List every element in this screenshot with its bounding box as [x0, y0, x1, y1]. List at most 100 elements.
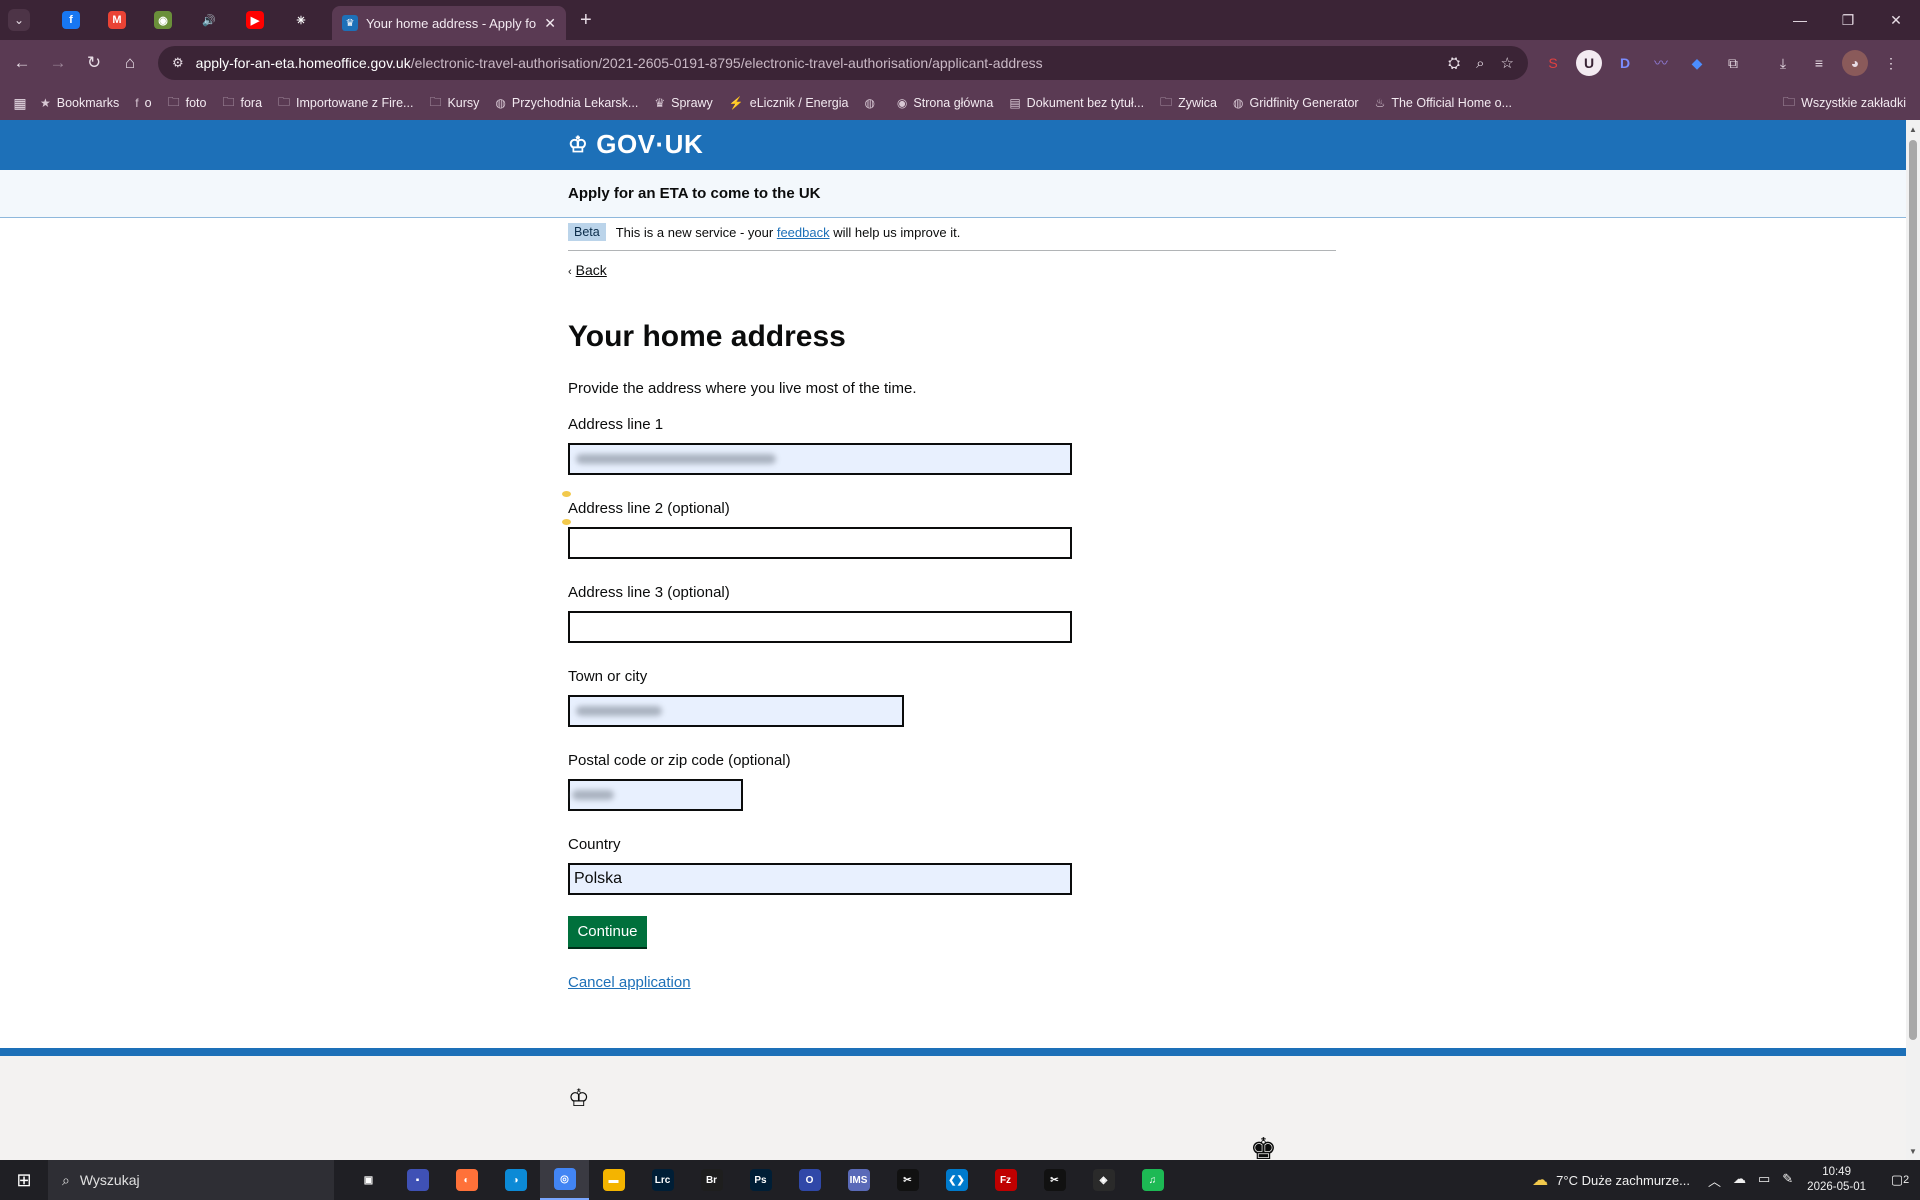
- vscode-icon: ❮❯: [945, 1169, 968, 1191]
- weather-widget[interactable]: ☁ 7°C Duże zachmurze...: [1532, 1170, 1690, 1190]
- extension-s-icon[interactable]: S: [1540, 50, 1566, 76]
- system-tray: ☁ 7°C Duże zachmurze... ︿ ☁ ▭ ✎ 10:49 20…: [1532, 1160, 1920, 1200]
- pinned-tab[interactable]: ◉: [140, 4, 186, 36]
- cloud-icon[interactable]: ☁: [1733, 1171, 1746, 1190]
- extension-wave-icon[interactable]: 〰: [1648, 50, 1674, 76]
- bookmark-item[interactable]: ◍ Przychodnia Lekarsk...: [495, 96, 638, 110]
- pen-icon[interactable]: ✎: [1782, 1171, 1793, 1190]
- taskbar-app[interactable]: ✂: [1030, 1160, 1079, 1200]
- taskbar-app[interactable]: ◑: [491, 1160, 540, 1200]
- taskbar-app[interactable]: Ps: [736, 1160, 785, 1200]
- tab-search-button[interactable]: ⌄: [8, 9, 30, 31]
- address-bar[interactable]: ⚙ apply-for-an-eta.homeoffice.gov.uk/ele…: [158, 46, 1528, 80]
- taskbar-search-box[interactable]: ⌕ Wyszukaj: [48, 1160, 334, 1200]
- address-line-2-input[interactable]: [568, 527, 1072, 559]
- bookmark-item[interactable]: ⚡ eLicznik / Energia: [729, 96, 849, 110]
- scroll-up-arrow-icon[interactable]: ▲: [1906, 122, 1920, 136]
- back-link[interactable]: ‹ Back: [568, 262, 607, 278]
- bookmark-item[interactable]: ◉ Strona główna: [897, 96, 993, 110]
- extensions-area: S U D 〰 ◆ ⧉ ⤓ ≡ ◕ ⋮: [1540, 40, 1904, 86]
- bookmark-item[interactable]: ▤ Dokument bez tytuł...: [1009, 96, 1144, 110]
- pinned-tab[interactable]: ✳: [278, 4, 324, 36]
- feedback-link[interactable]: feedback: [777, 225, 830, 240]
- chevron-up-icon[interactable]: ︿: [1708, 1171, 1721, 1190]
- taskbar-app[interactable]: ▣: [344, 1160, 393, 1200]
- notification-icon: ▢: [1890, 1172, 1904, 1187]
- bookmark-item[interactable]: 🗀 fora: [222, 93, 262, 114]
- extension-d-icon[interactable]: D: [1612, 50, 1638, 76]
- site-info-icon[interactable]: ⚙: [172, 55, 184, 71]
- bookmark-star-icon[interactable]: ☆: [1501, 54, 1514, 72]
- continue-button[interactable]: Continue: [568, 916, 647, 947]
- web-page: ♔ GOV·UK Apply for an ETA to come to the…: [0, 120, 1906, 1160]
- scrollbar-thumb[interactable]: [1909, 140, 1917, 1040]
- profile-avatar[interactable]: ◕: [1842, 50, 1868, 76]
- extension-tag-icon[interactable]: ◆: [1684, 50, 1710, 76]
- pinned-tab[interactable]: 🔊: [186, 4, 232, 36]
- media-control-icon[interactable]: ≡: [1806, 50, 1832, 76]
- scroll-down-arrow-icon[interactable]: ▼: [1906, 1144, 1920, 1158]
- bookmark-item[interactable]: ★ Bookmarks: [40, 96, 119, 110]
- notifications-button[interactable]: ▢ 2: [1880, 1172, 1920, 1188]
- all-bookmarks-folder[interactable]: 🗀 Wszystkie zakładki: [1783, 86, 1906, 120]
- pinned-tab[interactable]: M: [94, 4, 140, 36]
- pinned-tab[interactable]: f: [48, 4, 94, 36]
- taskbar-app[interactable]: ◎: [540, 1160, 589, 1200]
- taskbar-app[interactable]: Fz: [981, 1160, 1030, 1200]
- bookmark-item[interactable]: ◍: [864, 96, 880, 110]
- restore-button[interactable]: ❐: [1824, 0, 1872, 40]
- cancel-application-link[interactable]: Cancel application: [568, 974, 691, 991]
- zoom-icon[interactable]: ⌕: [1476, 55, 1484, 72]
- close-window-button[interactable]: ✕: [1872, 0, 1920, 40]
- taskbar-app[interactable]: ✂: [883, 1160, 932, 1200]
- windows-start-button[interactable]: ⊞: [0, 1160, 48, 1200]
- taskbar-app[interactable]: ▪: [393, 1160, 442, 1200]
- back-link-label: Back: [575, 262, 607, 278]
- extension-u-icon[interactable]: U: [1576, 50, 1602, 76]
- network-icon[interactable]: ▭: [1758, 1171, 1770, 1190]
- extensions-puzzle-icon[interactable]: ⧉: [1720, 50, 1746, 76]
- bookmark-item[interactable]: 🗀 foto: [168, 93, 207, 114]
- bookmark-item[interactable]: 🗀 Kursy: [429, 93, 479, 114]
- minimize-button[interactable]: —: [1776, 0, 1824, 40]
- forward-nav-button[interactable]: →: [40, 45, 76, 81]
- bookmark-item[interactable]: fo: [135, 96, 151, 110]
- translate-icon[interactable]: ⛭: [1448, 55, 1460, 72]
- taskbar-app[interactable]: ▬: [589, 1160, 638, 1200]
- taskbar-app[interactable]: ♫: [1128, 1160, 1177, 1200]
- download-icon[interactable]: ⤓: [1770, 50, 1796, 76]
- taskbar-app[interactable]: ❮❯: [932, 1160, 981, 1200]
- page-scrollbar[interactable]: ▲ ▼: [1906, 120, 1920, 1160]
- clock[interactable]: 10:49 2026-05-01: [1807, 1165, 1866, 1195]
- bookmark-item[interactable]: ♛ Sprawy: [654, 96, 712, 110]
- close-tab-icon[interactable]: ✕: [544, 15, 556, 32]
- govuk-header: ♔ GOV·UK: [0, 120, 1906, 170]
- menu-kebab-icon[interactable]: ⋮: [1878, 50, 1904, 76]
- home-button[interactable]: ⌂: [112, 45, 148, 81]
- apps-grid-icon[interactable]: ▦: [0, 95, 40, 112]
- new-tab-button[interactable]: +: [580, 9, 592, 32]
- postal-code-input[interactable]: [568, 779, 743, 811]
- pinned-tab[interactable]: ▶: [232, 4, 278, 36]
- active-tab[interactable]: ♛ Your home address - Apply fo ✕: [332, 6, 566, 40]
- govuk-logo-link[interactable]: ♔ GOV·UK: [568, 129, 703, 160]
- taskbar-app[interactable]: O: [785, 1160, 834, 1200]
- bookmark-item[interactable]: 🗀 Importowane z Fire...: [278, 93, 413, 114]
- taskbar-app[interactable]: ◈: [1079, 1160, 1128, 1200]
- url-text[interactable]: apply-for-an-eta.homeoffice.gov.uk/elect…: [196, 55, 1043, 71]
- taskbar-app[interactable]: Br: [687, 1160, 736, 1200]
- taskbar-app[interactable]: Lrc: [638, 1160, 687, 1200]
- taskbar-app[interactable]: ◐: [442, 1160, 491, 1200]
- bookmark-item[interactable]: ♨ The Official Home o...: [1375, 96, 1512, 110]
- bookmark-item[interactable]: 🗀 Zywica: [1160, 93, 1217, 114]
- taskbar-app[interactable]: IMS: [834, 1160, 883, 1200]
- town-input[interactable]: [568, 695, 904, 727]
- address-line-3-input[interactable]: [568, 611, 1072, 643]
- country-input[interactable]: Polska: [568, 863, 1072, 895]
- address-line-1-input[interactable]: [568, 443, 1072, 475]
- reload-button[interactable]: ↻: [76, 45, 112, 81]
- bookmark-item[interactable]: ◍ Gridfinity Generator: [1233, 96, 1359, 110]
- service-name[interactable]: Apply for an ETA to come to the UK: [568, 185, 821, 202]
- pinned-tabs: f M ◉ 🔊 ▶ ✳: [48, 4, 324, 36]
- back-nav-button[interactable]: ←: [4, 45, 40, 81]
